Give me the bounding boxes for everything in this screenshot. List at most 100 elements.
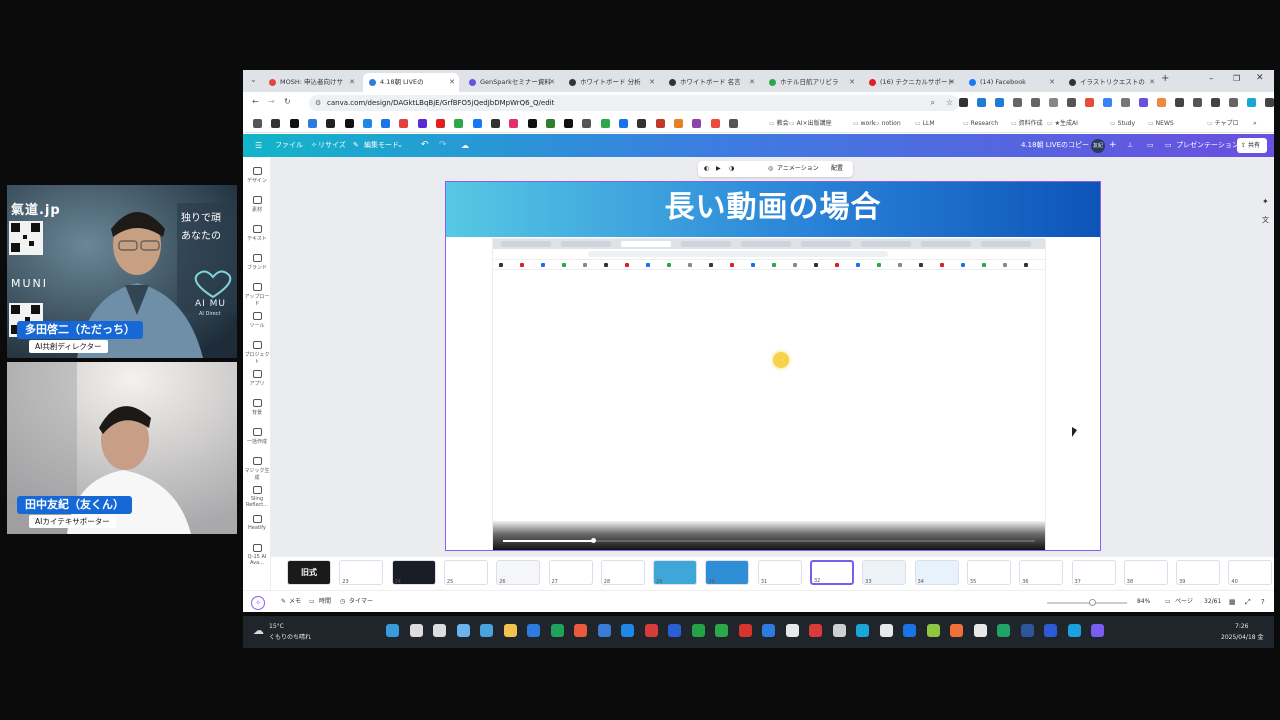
bookmark-star-icon[interactable]: ☆ [946,95,953,111]
stats-icon[interactable]: ⊥ [1127,134,1133,157]
browser-tab[interactable]: ホワイトボード 分析 ✕ [563,73,659,92]
tab-close-icon[interactable]: ✕ [549,73,555,92]
taskbar-app-icon[interactable] [1020,624,1034,637]
comment-icon[interactable]: ▭ [1147,134,1154,157]
bookmark-favicon-icon[interactable] [527,119,537,128]
taskbar-app-icon[interactable] [668,624,681,637]
browser-extension-icon[interactable] [1247,98,1256,107]
redo-icon[interactable]: ↷ [439,134,447,157]
url-input[interactable]: ⚙ canva.com/design/DAGktLBqBjE/GrfBFO5jQ… [309,95,959,111]
zoom-slider[interactable] [1047,599,1127,606]
side-rail-item[interactable]: テキスト [243,225,271,242]
bookmark-favicon-icon[interactable] [472,119,482,128]
taskbar-app-icon[interactable] [480,624,493,637]
taskbar-app-icon[interactable] [715,624,728,637]
page-thumbnail[interactable]: 29 [653,560,698,585]
browser-extension-icon[interactable] [1211,98,1220,107]
bookmark-favicon-icon[interactable] [307,119,317,128]
grid-view-icon[interactable]: ▦ [1229,591,1236,613]
bookmark-folder[interactable]: ▭ AI×出版講座 [789,118,832,129]
taskbar-app-icon[interactable] [1044,624,1057,637]
browser-extension-icon[interactable] [1193,98,1202,107]
share-button[interactable]: ⇪ 共有 [1237,138,1267,153]
bookmark-favicon-icon[interactable] [545,119,555,128]
page-thumbnail[interactable]: 旧式 [287,560,331,585]
bookmark-favicon-icon[interactable] [509,119,519,128]
new-tab-icon[interactable]: + [1161,73,1169,84]
page-thumbnail[interactable]: 39 [1176,560,1221,585]
zoom-level[interactable]: 84% [1137,591,1150,613]
side-rail-item[interactable]: ツール [243,312,271,329]
taskbar-app-icon[interactable] [550,624,564,637]
taskbar-app-icon[interactable] [879,624,893,637]
taskbar-app-icon[interactable] [997,624,1010,637]
browser-extension-icon[interactable] [959,98,968,107]
page-thumbnail[interactable]: 34 [914,560,959,585]
user-avatar[interactable]: 友紀 [1091,139,1105,153]
browser-tab[interactable]: (14) Facebook ✕ [963,73,1059,92]
page-thumbnail[interactable]: 25 [443,560,488,585]
tab-close-icon[interactable]: ✕ [1049,73,1055,92]
browser-extension-icon[interactable] [1031,98,1040,107]
site-info-icon[interactable]: ⚙ [315,95,321,111]
bookmark-favicon-icon[interactable] [454,119,464,128]
taskbar-app-icon[interactable] [386,624,399,637]
side-rail-item[interactable]: 一括作成 [243,428,271,445]
taskbar-app-icon[interactable] [597,624,611,637]
taskbar-app-icon[interactable] [1091,624,1104,637]
browser-extension-icon[interactable] [1265,98,1274,107]
bookmark-favicon-icon[interactable] [710,119,720,128]
zoom-slider-thumb[interactable] [1089,599,1096,606]
bookmark-favicon-icon[interactable] [381,119,391,128]
bookmark-favicon-icon[interactable] [619,119,628,128]
bookmark-favicon-icon[interactable] [289,119,299,128]
edit-mode-dropdown[interactable]: 編集モード [364,134,399,157]
browser-extension-icon[interactable] [1067,98,1076,107]
side-rail-item[interactable]: マジック生成 [243,457,271,481]
bookmark-favicon-icon[interactable] [600,119,610,128]
browser-extension-icon[interactable] [1139,98,1148,107]
bookmark-favicon-icon[interactable] [655,119,665,128]
taskbar-app-icon[interactable] [950,624,963,637]
bookmark-favicon-icon[interactable] [326,119,336,128]
bookmark-favicon-icon[interactable] [436,119,445,128]
fullscreen-icon[interactable]: ⤢ [1245,591,1251,613]
tab-close-icon[interactable]: ✕ [649,73,655,92]
taskbar-app-icon[interactable] [409,624,423,637]
forward-icon[interactable]: → [268,97,275,106]
browser-extension-icon[interactable] [1085,98,1094,107]
slide-canvas[interactable]: 長い動画の場合 [445,181,1101,551]
position-button[interactable]: 配置 [831,161,843,177]
taskbar-app-icon[interactable] [1067,624,1081,637]
bookmark-folder[interactable]: ▭ work [853,118,875,129]
bookmark-favicon-icon[interactable] [399,119,409,128]
tab-close-icon[interactable]: ✕ [749,73,755,92]
magic-assist-icon[interactable]: ✦ [1262,197,1269,206]
page-thumbnail[interactable]: 30 [705,560,750,585]
taskbar-app-icon[interactable] [856,624,869,637]
bookmark-favicon-icon[interactable] [637,119,647,128]
taskbar-app-icon[interactable] [691,624,705,637]
undo-icon[interactable]: ↶ [421,134,429,157]
tab-close-icon[interactable]: ✕ [449,73,455,92]
taskbar-app-icon[interactable] [973,624,987,637]
magic-button-icon[interactable]: ✧ [251,596,265,610]
bookmark-favicon-icon[interactable] [253,119,262,128]
animation-button[interactable]: アニメーション [777,161,819,177]
page-view-button[interactable]: ページ [1175,591,1193,613]
bookmark-folder[interactable]: ▭ LLM [915,118,935,129]
notes-button[interactable]: メモ [289,591,301,613]
bookmark-folder[interactable]: ▭ チャプロ [1207,118,1239,129]
duration-button[interactable]: 時間 [319,591,331,613]
resize-button[interactable]: リサイズ [318,134,346,157]
page-thumbnail[interactable]: 37 [1071,560,1116,585]
page-thumbnail[interactable]: 38 [1123,560,1168,585]
taskbar-app-icon[interactable] [762,624,775,637]
browser-tab[interactable]: 4.18朝 LIVEの ✕ [363,73,459,92]
reload-icon[interactable]: ↻ [284,97,291,106]
add-collaborator-icon[interactable]: + [1109,134,1117,157]
embedded-video-screenshot[interactable] [492,238,1046,550]
page-thumbnail[interactable]: 27 [548,560,593,585]
page-thumbnail[interactable]: 32 [810,560,854,585]
page-thumbnail[interactable]: 23 [339,560,384,585]
